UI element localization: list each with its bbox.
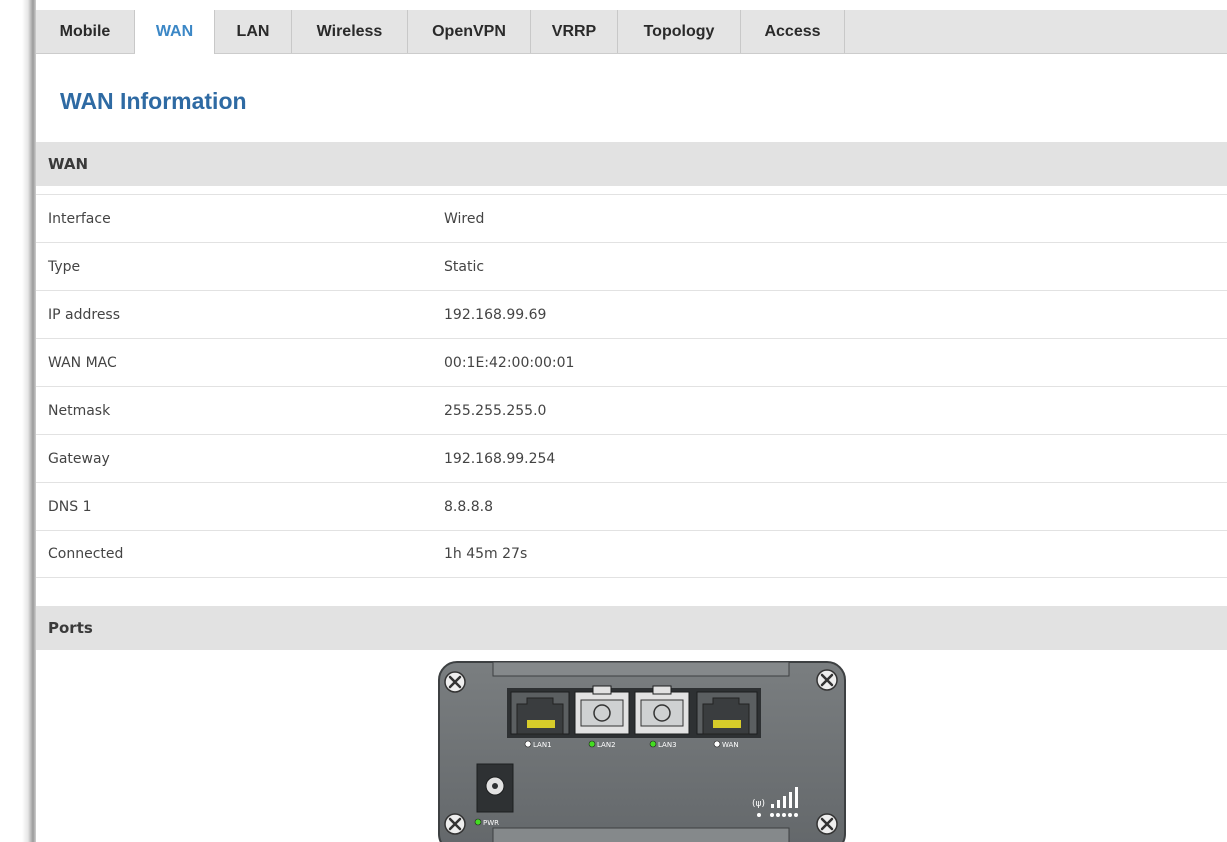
row-value: 192.168.99.69 xyxy=(444,306,547,323)
port-lan1 xyxy=(510,691,570,735)
power-label: PWR xyxy=(483,819,499,827)
top-rail xyxy=(492,661,790,677)
port-label: LAN3 xyxy=(658,741,677,749)
table-row: WAN MAC 00:1E:42:00:00:01 xyxy=(36,338,1227,386)
port-label: LAN1 xyxy=(533,741,552,749)
tab-vrrp[interactable]: VRRP xyxy=(531,10,618,53)
row-label: WAN MAC xyxy=(48,354,117,371)
tab-topology[interactable]: Topology xyxy=(618,10,741,53)
row-value: 00:1E:42:00:00:01 xyxy=(444,354,575,371)
port-lan3 xyxy=(634,685,690,735)
row-label: DNS 1 xyxy=(48,498,92,515)
wan-info-table: Interface Wired Type Static IP address 1… xyxy=(36,194,1227,578)
port-label: LAN2 xyxy=(597,741,616,749)
row-value: Wired xyxy=(444,210,485,227)
row-label: Gateway xyxy=(48,450,110,467)
row-label: Type xyxy=(48,258,81,275)
page-title: WAN Information xyxy=(60,88,247,114)
row-label: IP address xyxy=(48,306,121,323)
screw-icon xyxy=(444,671,466,693)
screw-icon xyxy=(816,813,838,835)
port-wan xyxy=(696,691,758,735)
screw-icon xyxy=(816,669,838,691)
row-value: 8.8.8.8 xyxy=(444,498,493,515)
row-value: 192.168.99.254 xyxy=(444,450,556,467)
power-jack xyxy=(476,763,514,813)
port-lan2 xyxy=(574,685,630,735)
port-label: WAN xyxy=(722,741,739,749)
tab-bar: Mobile WAN LAN Wireless OpenVPN VRRP Top… xyxy=(36,10,1227,54)
bottom-rail xyxy=(492,827,790,842)
row-value: 255.255.255.0 xyxy=(444,402,547,419)
table-row: Gateway 192.168.99.254 xyxy=(36,434,1227,482)
tab-wan[interactable]: WAN xyxy=(135,10,215,54)
row-value: Static xyxy=(444,258,485,275)
table-row: Netmask 255.255.255.0 xyxy=(36,386,1227,434)
row-label: Interface xyxy=(48,210,111,227)
tab-openvpn[interactable]: OpenVPN xyxy=(408,10,531,53)
router-ports-illustration: LAN1 LAN2 LAN3 WAN PWR (ψ) xyxy=(438,661,846,842)
tab-lan[interactable]: LAN xyxy=(215,10,292,53)
table-row: Type Static xyxy=(36,242,1227,290)
ports-section-header: Ports xyxy=(36,606,1227,650)
table-row: IP address 192.168.99.69 xyxy=(36,290,1227,338)
window-edge-shadow xyxy=(0,0,36,842)
tab-wireless[interactable]: Wireless xyxy=(292,10,408,53)
wan-section-header: WAN xyxy=(36,142,1227,186)
table-row: Interface Wired xyxy=(36,194,1227,242)
row-label: Connected xyxy=(48,546,124,562)
tab-access[interactable]: Access xyxy=(741,10,845,53)
row-value: 1h 45m 27s xyxy=(444,546,528,562)
table-row: DNS 1 8.8.8.8 xyxy=(36,482,1227,530)
table-row: Connected 1h 45m 27s xyxy=(36,530,1227,578)
row-label: Netmask xyxy=(48,402,111,419)
screw-icon xyxy=(444,813,466,835)
antenna-icon: (ψ) xyxy=(752,799,765,809)
tab-mobile[interactable]: Mobile xyxy=(36,10,135,53)
